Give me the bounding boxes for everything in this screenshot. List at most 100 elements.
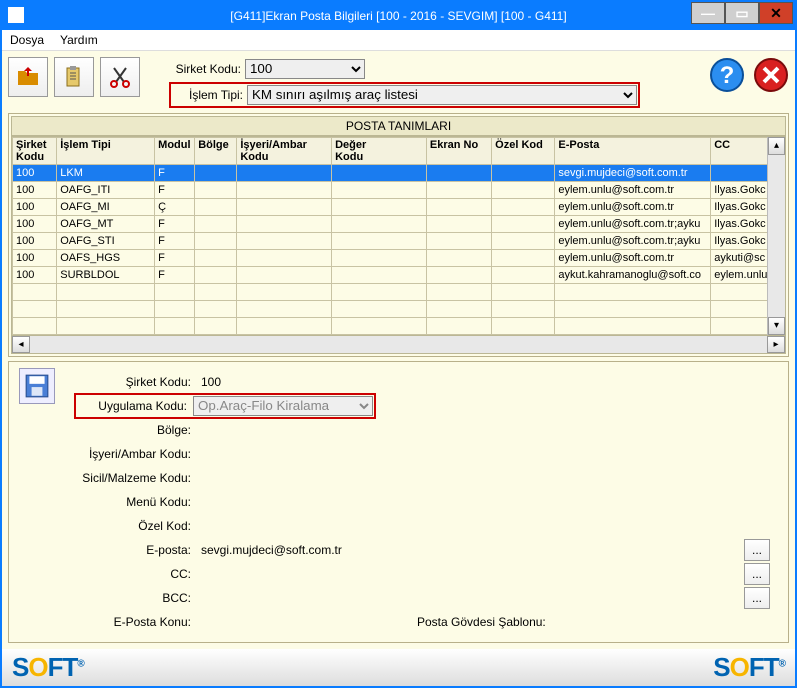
menu-help[interactable]: Yardım	[60, 33, 98, 47]
cell[interactable]: Ç	[155, 199, 195, 216]
cell[interactable]: SURBLDOL	[57, 267, 155, 284]
cell[interactable]: F	[155, 267, 195, 284]
cell[interactable]	[332, 267, 427, 284]
cell[interactable]	[332, 233, 427, 250]
cell[interactable]: 100	[13, 199, 57, 216]
table-row[interactable]: 100LKMFsevgi.mujdeci@soft.com.tr	[13, 165, 785, 182]
cell[interactable]: 100	[13, 250, 57, 267]
islem-tipi-select[interactable]: KM sınırı aşılmış araç listesi	[247, 85, 637, 105]
grid-vscroll[interactable]: ▴ ▾	[767, 137, 785, 335]
cell[interactable]: eylem.unlu@soft.com.tr;ayku	[555, 233, 711, 250]
cell[interactable]: OAFG_ITI	[57, 182, 155, 199]
cell[interactable]	[237, 165, 332, 182]
menu-file[interactable]: Dosya	[10, 33, 44, 47]
cell[interactable]	[195, 182, 237, 199]
col-header[interactable]: Özel Kod	[492, 137, 555, 164]
col-header[interactable]: Ekran No	[426, 137, 491, 164]
cell[interactable]: F	[155, 250, 195, 267]
cell[interactable]	[332, 165, 427, 182]
cell[interactable]: eylem.unlu@soft.com.tr	[555, 250, 711, 267]
cell[interactable]	[426, 199, 491, 216]
cc-browse-button[interactable]: ...	[744, 563, 770, 585]
cell[interactable]	[426, 216, 491, 233]
table-row[interactable]: 100OAFG_STIFeylem.unlu@soft.com.tr;aykuI…	[13, 233, 785, 250]
cell[interactable]	[195, 165, 237, 182]
cell[interactable]	[426, 182, 491, 199]
paste-button[interactable]	[54, 57, 94, 97]
cell[interactable]: 100	[13, 233, 57, 250]
help-icon[interactable]: ?	[709, 57, 745, 93]
scroll-left-icon[interactable]: ◂	[12, 336, 30, 353]
cell[interactable]: LKM	[57, 165, 155, 182]
cell[interactable]	[492, 267, 555, 284]
col-header[interactable]: DeğerKodu	[332, 137, 427, 164]
cancel-icon[interactable]	[753, 57, 789, 93]
cell[interactable]: 100	[13, 267, 57, 284]
cell[interactable]: eylem.unlu@soft.com.tr;ayku	[555, 216, 711, 233]
cell[interactable]: OAFG_MI	[57, 199, 155, 216]
cell[interactable]: 100	[13, 165, 57, 182]
scroll-right-icon[interactable]: ▸	[767, 336, 785, 353]
col-header[interactable]: E-Posta	[555, 137, 711, 164]
cell[interactable]	[237, 199, 332, 216]
sirket-kodu-select[interactable]: 100	[245, 59, 365, 79]
cell[interactable]: F	[155, 165, 195, 182]
grid-hscroll[interactable]: ◂ ▸	[11, 336, 786, 354]
cell[interactable]: OAFS_HGS	[57, 250, 155, 267]
col-header[interactable]: ŞirketKodu	[13, 137, 57, 164]
cell[interactable]	[332, 199, 427, 216]
cell[interactable]	[332, 216, 427, 233]
cut-button[interactable]	[100, 57, 140, 97]
cell[interactable]	[492, 216, 555, 233]
cell[interactable]	[237, 250, 332, 267]
scroll-up-icon[interactable]: ▴	[768, 137, 785, 155]
cell[interactable]	[195, 267, 237, 284]
f-uyg-select[interactable]: Op.Araç-Filo Kiralama	[193, 396, 373, 416]
col-header[interactable]: İşlem Tipi	[57, 137, 155, 164]
cell[interactable]: eylem.unlu@soft.com.tr	[555, 182, 711, 199]
maximize-button[interactable]: ▭	[725, 2, 759, 24]
cell[interactable]	[195, 216, 237, 233]
cell[interactable]	[237, 182, 332, 199]
cell[interactable]	[492, 250, 555, 267]
open-folder-button[interactable]	[8, 57, 48, 97]
cell[interactable]	[426, 165, 491, 182]
cell[interactable]: 100	[13, 182, 57, 199]
scroll-down-icon[interactable]: ▾	[768, 317, 785, 335]
cell[interactable]	[492, 233, 555, 250]
table-row[interactable]: 100OAFS_HGSFeylem.unlu@soft.com.traykuti…	[13, 250, 785, 267]
cell[interactable]: aykut.kahramanoglu@soft.co	[555, 267, 711, 284]
cell[interactable]: sevgi.mujdeci@soft.com.tr	[555, 165, 711, 182]
cell[interactable]	[492, 199, 555, 216]
cell[interactable]: OAFG_STI	[57, 233, 155, 250]
save-button[interactable]	[19, 368, 55, 404]
col-header[interactable]: Modul	[155, 137, 195, 164]
cell[interactable]	[237, 233, 332, 250]
cell[interactable]: OAFG_MT	[57, 216, 155, 233]
close-button[interactable]: ✕	[759, 2, 793, 24]
col-header[interactable]: Bölge	[195, 137, 237, 164]
table-row[interactable]: 100OAFG_MIÇeylem.unlu@soft.com.trIlyas.G…	[13, 199, 785, 216]
cell[interactable]	[237, 216, 332, 233]
cell[interactable]	[426, 267, 491, 284]
cell[interactable]	[492, 182, 555, 199]
cell[interactable]	[237, 267, 332, 284]
cell[interactable]	[426, 250, 491, 267]
table-row[interactable]: 100SURBLDOLFaykut.kahramanoglu@soft.coey…	[13, 267, 785, 284]
eposta-browse-button[interactable]: ...	[744, 539, 770, 561]
table-row[interactable]: 100OAFG_MTFeylem.unlu@soft.com.tr;aykuIl…	[13, 216, 785, 233]
cell[interactable]: eylem.unlu@soft.com.tr	[555, 199, 711, 216]
cell[interactable]	[195, 250, 237, 267]
posta-table[interactable]: ŞirketKoduİşlem TipiModulBölgeİşyeri/Amb…	[12, 137, 785, 335]
cell[interactable]: F	[155, 216, 195, 233]
cell[interactable]: F	[155, 182, 195, 199]
bcc-browse-button[interactable]: ...	[744, 587, 770, 609]
cell[interactable]: 100	[13, 216, 57, 233]
table-row[interactable]: 100OAFG_ITIFeylem.unlu@soft.com.trIlyas.…	[13, 182, 785, 199]
cell[interactable]	[195, 233, 237, 250]
col-header[interactable]: İşyeri/AmbarKodu	[237, 137, 332, 164]
cell[interactable]	[195, 199, 237, 216]
cell[interactable]	[332, 250, 427, 267]
cell[interactable]	[492, 165, 555, 182]
cell[interactable]	[426, 233, 491, 250]
